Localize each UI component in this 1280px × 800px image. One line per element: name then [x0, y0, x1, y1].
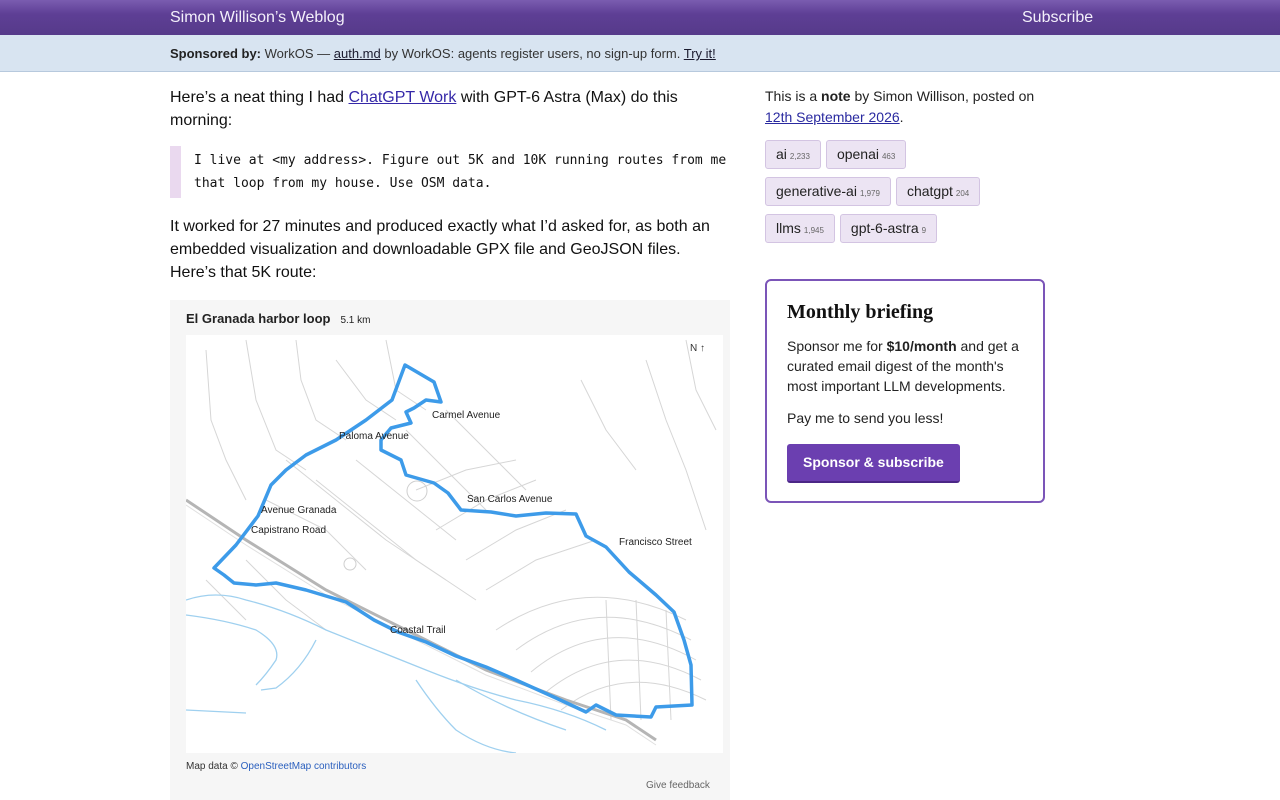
tag-generative-ai[interactable]: generative-ai 1,979	[765, 177, 891, 206]
street-label: Francisco Street	[619, 537, 692, 548]
meta-prefix: This is a	[765, 88, 818, 104]
sponsor-banner-text: Sponsored by: WorkOS — auth.md by WorkOS…	[170, 46, 716, 61]
subscribe-link[interactable]: Subscribe	[1022, 9, 1093, 27]
sponsor-label: Sponsored by:	[170, 46, 262, 61]
tag-gpt-6-astra[interactable]: gpt-6-astra 9	[839, 214, 938, 243]
street-label: San Carlos Avenue	[467, 494, 553, 505]
prompt-quote: I live at <my address>. Figure out 5K an…	[170, 146, 730, 198]
post-date-link[interactable]: 12th September 2026	[765, 109, 900, 125]
tag-chatgpt[interactable]: chatgpt 204	[895, 177, 981, 206]
street-label: Coastal Trail	[390, 625, 446, 636]
meta-end: .	[899, 109, 904, 125]
monthly-briefing-box: Monthly briefing Sponsor me for $10/mont…	[765, 279, 1045, 503]
attribution-prefix: Map data ©	[186, 761, 238, 772]
tag-openai[interactable]: openai 463	[825, 140, 907, 169]
site-header: Simon Willison’s Weblog Subscribe	[0, 0, 1280, 35]
map-title: El Granada harbor loop 5.1 km	[186, 311, 370, 326]
sponsor-banner: Sponsored by: WorkOS — auth.md by WorkOS…	[0, 35, 1280, 72]
tag-ai[interactable]: ai 2,233	[765, 140, 821, 169]
tag-llms[interactable]: llms 1,945	[765, 214, 835, 243]
sponsor-cta-link[interactable]: Try it!	[684, 46, 716, 61]
briefing-title: Monthly briefing	[787, 301, 934, 323]
sponsor-tagline: by WorkOS: agents register users, no sig…	[384, 46, 681, 61]
briefing-text-2: Pay me to send you less!	[787, 410, 944, 426]
give-feedback-link[interactable]: Give feedback	[646, 780, 710, 791]
meta-author: by Simon Willison, posted on	[854, 88, 1035, 104]
site-title-link[interactable]: Simon Willison’s Weblog	[170, 9, 345, 27]
sponsor-product-link[interactable]: auth.md	[334, 46, 381, 61]
sponsor-company: WorkOS —	[264, 46, 331, 61]
post-intro: Here’s a neat thing I had ChatGPT Work w…	[170, 86, 730, 132]
map-canvas[interactable]: Carmel Avenue Paloma Avenue San Carlos A…	[186, 300, 723, 753]
chatgpt-work-link[interactable]: ChatGPT Work	[349, 89, 457, 106]
map-attribution: Map data © OpenStreetMap contributors	[186, 761, 366, 772]
street-label: Paloma Avenue	[339, 431, 409, 442]
street-label: Carmel Avenue	[432, 410, 501, 421]
osm-contributors-link[interactable]: OpenStreetMap contributors	[241, 761, 367, 772]
post-intro-text: Here’s a neat thing I had	[170, 89, 345, 106]
street-label: Capistrano Road	[251, 525, 326, 536]
sponsor-subscribe-button[interactable]: Sponsor & subscribe	[787, 444, 960, 483]
north-arrow-icon: N ↑	[690, 343, 705, 354]
post-sidebar: This is a note by Simon Willison, posted…	[765, 86, 1055, 251]
map-route-name: El Granada harbor loop	[186, 311, 331, 326]
meta-type: note	[821, 88, 851, 104]
briefing-price: $10/month	[886, 338, 957, 354]
map-distance: 5.1 km	[340, 315, 371, 326]
route-map[interactable]: Carmel Avenue Paloma Avenue San Carlos A…	[170, 300, 730, 800]
street-label: Avenue Granada	[261, 505, 337, 516]
post-meta: This is a note by Simon Willison, posted…	[765, 86, 1055, 128]
briefing-text: Sponsor me for $10/month and get a curat…	[787, 336, 1023, 396]
post-paragraph: It worked for 27 minutes and produced ex…	[170, 218, 710, 281]
post-body: Here’s a neat thing I had ChatGPT Work w…	[170, 86, 730, 284]
briefing-text-before: Sponsor me for	[787, 338, 883, 354]
tag-list: ai 2,233 openai 463 generative-ai 1,979 chatg…	[765, 140, 1055, 251]
